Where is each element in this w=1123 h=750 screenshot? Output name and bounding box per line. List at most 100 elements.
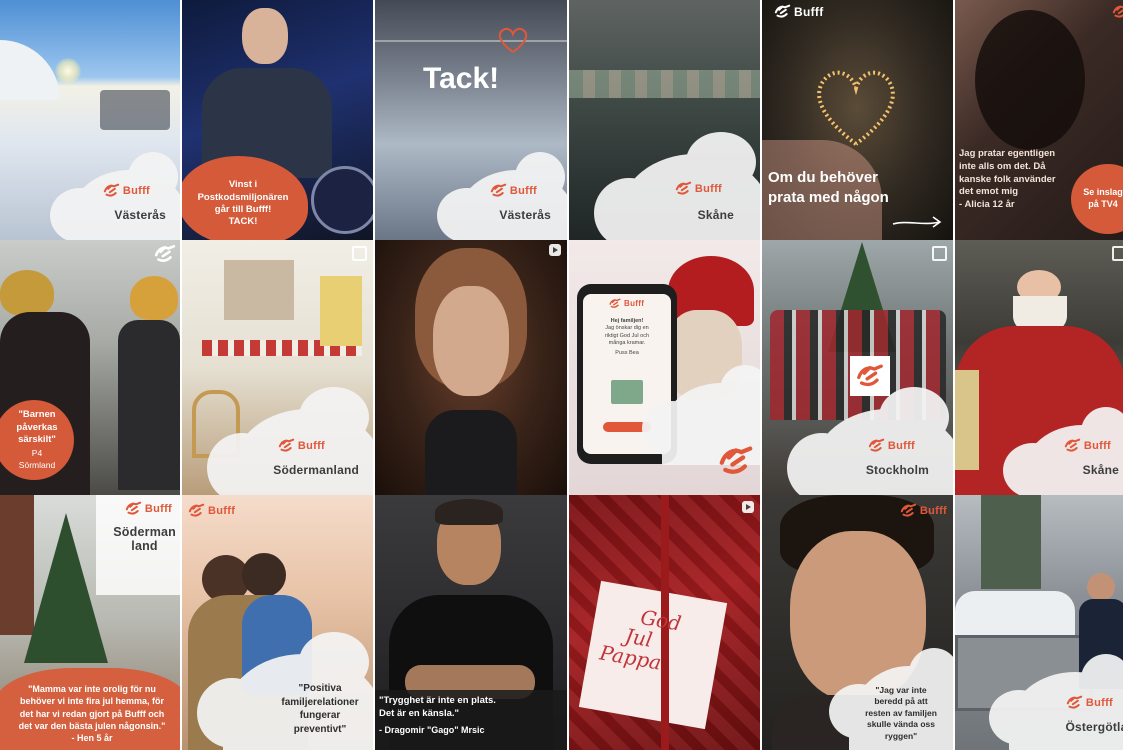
logo-text: Bufff (509, 184, 537, 197)
beanie-right (130, 276, 178, 320)
quote: "Positiva familjerelationer fungerar pre… (281, 683, 359, 735)
bufff-hand-icon (900, 503, 917, 517)
beanie-left (0, 270, 54, 316)
bufff-hand-icon (868, 438, 885, 452)
bufff-hand-icon (154, 244, 176, 262)
post-prata-med-nagon[interactable]: Bufff Om du behöver prata med någon (762, 0, 953, 240)
region-label: Söderman land (113, 525, 176, 553)
logo-text: Bufff (208, 504, 236, 517)
caption-line: går till Bufff! (214, 204, 272, 215)
bufff-logo: Bufff (609, 298, 644, 309)
logo-text: Bufff (624, 299, 645, 308)
post-skane-santa[interactable]: Bufff Skåne (955, 240, 1123, 495)
quote: "Trygghet är inte en plats. Det är en kä… (379, 695, 496, 735)
post-postkodmiljonaren[interactable]: Vinst i Postkodsmiljonären går till Buff… (182, 0, 373, 240)
bufff-logo: Bufff (868, 438, 915, 453)
region-label: Skåne (697, 208, 734, 222)
region-label: Västerås (499, 208, 551, 222)
post-sodermanland-room[interactable]: Bufff Södermanland (182, 240, 373, 495)
quote: "Mamma var inte orolig för nu behöver vi… (18, 684, 166, 743)
region-label: Skåne (1082, 463, 1119, 477)
bufff-hand-icon (1064, 438, 1081, 452)
caption: Om du behöver prata med någon (768, 168, 889, 209)
post-p4-sormland[interactable]: "Barnen påverkas särskilt" P4 Sörmland (0, 240, 180, 495)
caption-line: Om du behöver (768, 169, 879, 186)
post-positiva-relationer[interactable]: Bufff "Positiva familjerelationer funger… (182, 495, 373, 750)
top (425, 410, 517, 495)
host-head (242, 8, 288, 64)
bufff-logo: Bufff (1066, 695, 1113, 710)
bufff-hand-icon (1066, 695, 1083, 709)
post-girl-portrait[interactable] (375, 240, 567, 495)
logo-text: Bufff (1083, 439, 1111, 452)
region-label: Västerås (114, 208, 166, 222)
bufff-logo: Bufff (103, 183, 150, 198)
bufff-logo: Bufff (278, 438, 325, 453)
handwritten-card: God Jul Pappa (597, 604, 684, 675)
phone-message: Hej familjen! Jag önskar dig en riktigt … (604, 318, 650, 356)
trailer-lid (981, 495, 1041, 589)
post-tack-arena[interactable]: Tack! Bufff Västerås (375, 0, 567, 240)
sun (55, 58, 81, 84)
reel-icon (742, 501, 754, 513)
bufff-hand-icon (490, 183, 507, 197)
child-coat-2 (118, 320, 180, 490)
post-vasteras-ski[interactable]: Bufff Västerås (0, 0, 180, 240)
man-hair (435, 499, 503, 525)
post-gago-quote[interactable]: "Trygghet är inte en plats. Det är en kä… (375, 495, 567, 750)
caption-line: TACK! (228, 216, 258, 228)
logo-text: Bufff (144, 502, 172, 515)
crowd (100, 90, 170, 130)
caption-line: prata med någon (768, 189, 889, 207)
post-christmas-phone[interactable]: Bufff Hej familjen! Jag önskar dig en ri… (569, 240, 760, 495)
reel-icon (549, 244, 561, 256)
bufff-hand-icon (278, 438, 295, 452)
man-head (1087, 573, 1115, 601)
bufff-hand-icon (125, 501, 142, 515)
post-god-jul-pappa[interactable]: God Jul Pappa (569, 495, 760, 750)
bufff-hand-icon (103, 183, 120, 197)
bufff-hand-icon (1112, 5, 1123, 18)
quote: Jag pratar egentligen inte alls om det. … (959, 148, 1056, 211)
heart-outline-icon (498, 27, 528, 53)
post-mamma-quote[interactable]: Bufff Söderman land "Mamma var inte orol… (0, 495, 180, 750)
bufff-logo: Bufff (1064, 438, 1111, 453)
paper-garland (569, 70, 760, 98)
region-label: Östergötlan (1065, 720, 1123, 734)
bufff-hand-icon (188, 503, 205, 517)
caption-line: Vinst i (228, 179, 258, 191)
bufff-logo: Bufff (188, 503, 235, 518)
bufff-hand-icon (675, 181, 692, 195)
parent-head (242, 553, 286, 597)
carousel-icon (1112, 246, 1123, 261)
post-boy-quote[interactable]: Bufff "Jag var inte beredd på att resten… (762, 495, 953, 750)
region-label: Stockholm (865, 463, 929, 477)
post-alicia-tv4[interactable]: Jag pratar egentligen inte alls om det. … (955, 0, 1123, 240)
yellow-door (320, 276, 362, 346)
post-skane-room[interactable]: Bufff Skåne (569, 0, 760, 240)
logo-text: Bufff (122, 184, 150, 197)
post-ostergotland-trailer[interactable]: Bufff Östergötlan (955, 495, 1123, 750)
logo-text: Bufff (919, 504, 947, 517)
caption-line: Postkodsmiljonären (197, 191, 289, 203)
bufff-hand-icon (774, 4, 791, 18)
bufff-logo: Bufff (900, 503, 947, 518)
face (433, 286, 509, 396)
bufff-logo: Bufff (675, 181, 722, 196)
string-light-heart (817, 70, 895, 146)
bufff-hand-icon (857, 364, 883, 387)
bufff-hand-icon (719, 446, 753, 474)
envelope-icon (611, 380, 643, 404)
logo-text: Bufff (297, 439, 325, 452)
arrow-right-icon (892, 216, 942, 228)
headline: Tack! (423, 62, 500, 95)
post-stockholm-group[interactable]: Bufff Stockholm (762, 240, 953, 495)
bufff-logo (1112, 4, 1123, 19)
bufff-logo: Bufff (774, 4, 823, 19)
bufff-hand-icon (609, 298, 621, 308)
logo-text: Bufff (1085, 696, 1113, 709)
region-label: Södermanland (273, 463, 359, 477)
bufff-logo: Bufff (125, 501, 172, 516)
carousel-icon (932, 246, 947, 261)
post-grid: Bufff Västerås Vinst i Postkodsmiljonäre… (0, 0, 1123, 750)
